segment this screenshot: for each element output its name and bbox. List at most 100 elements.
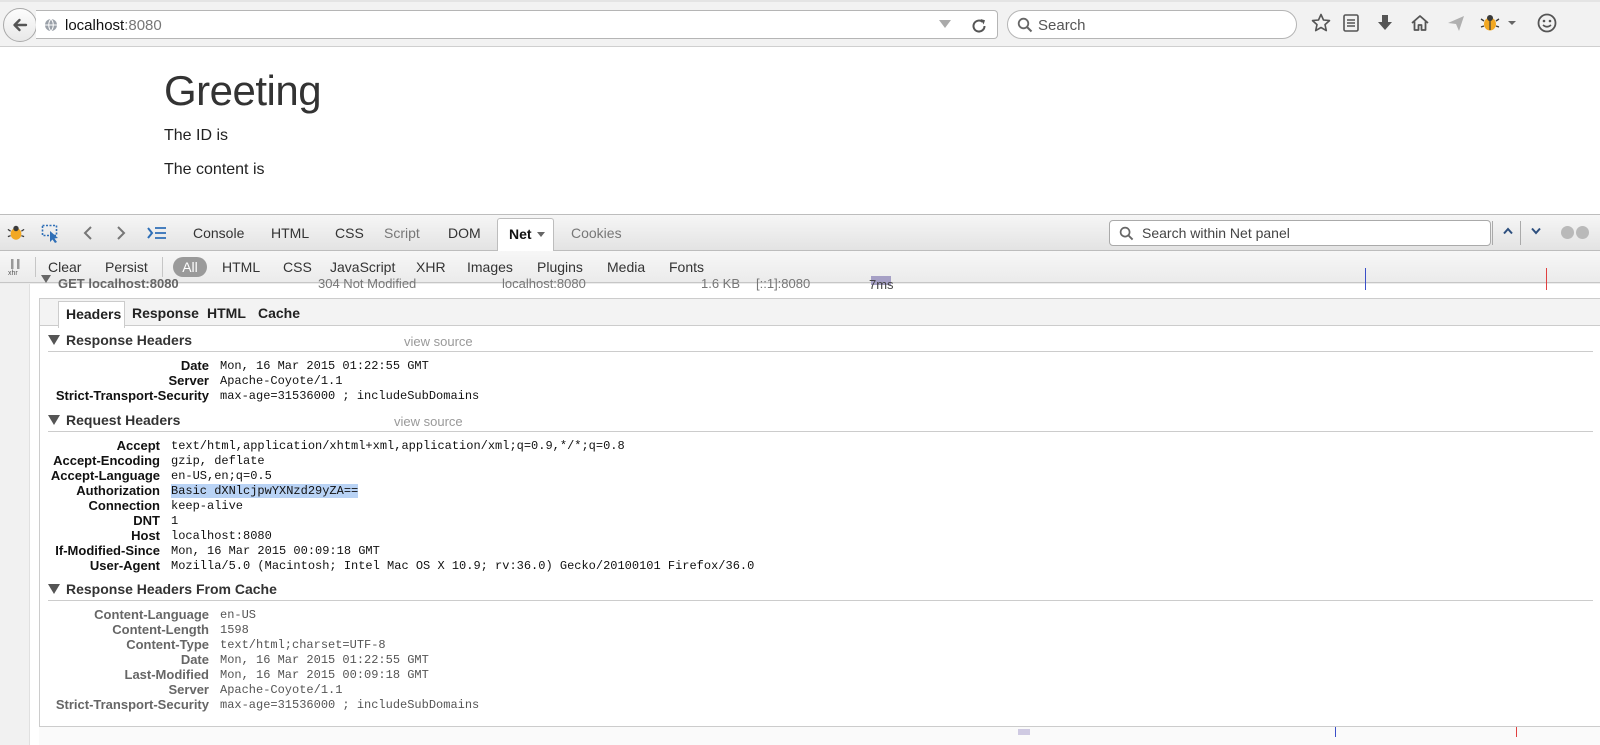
home-icon[interactable] xyxy=(1409,12,1431,34)
inspect-element-icon[interactable] xyxy=(41,223,61,243)
dropdown-arrow-icon[interactable] xyxy=(939,20,951,28)
previous-icon[interactable] xyxy=(78,223,98,243)
next-icon[interactable] xyxy=(111,223,131,243)
persist-button[interactable]: Persist xyxy=(105,259,148,275)
bookmark-star-icon[interactable] xyxy=(1310,12,1332,34)
header-row: Server Apache-Coyote/1.1 xyxy=(40,373,1120,388)
request-headers-section-header[interactable]: Request Headers view source xyxy=(48,412,1593,432)
header-name: Strict-Transport-Security xyxy=(55,388,209,403)
tab-dom[interactable]: DOM xyxy=(448,225,481,241)
search-previous-button[interactable] xyxy=(1492,221,1520,245)
search-next-button[interactable] xyxy=(1520,221,1548,245)
view-source-link[interactable]: view source xyxy=(394,414,463,429)
xhr-breakpoint-icon[interactable]: xhr xyxy=(6,257,26,277)
header-value[interactable]: Mon, 16 Mar 2015 01:22:55 GMT xyxy=(220,359,429,373)
header-value[interactable]: Basic dXNlcjpwYXNzd29yZA== xyxy=(171,484,359,498)
clear-button[interactable]: Clear xyxy=(48,259,81,275)
header-value[interactable]: 1 xyxy=(171,514,178,528)
view-source-link[interactable]: view source xyxy=(404,334,473,349)
header-name: Accept xyxy=(116,438,160,453)
filter-xhr-button[interactable]: XHR xyxy=(416,259,446,275)
header-value[interactable]: Mon, 16 Mar 2015 00:09:18 GMT xyxy=(171,544,380,558)
header-value[interactable]: gzip, deflate xyxy=(171,454,265,468)
header-value[interactable]: en-US,en;q=0.5 xyxy=(171,469,272,483)
filter-all-button[interactable]: All xyxy=(173,257,207,277)
reading-list-icon[interactable] xyxy=(1340,12,1362,34)
filter-plugins-button[interactable]: Plugins xyxy=(537,259,583,275)
collapse-triangle-icon[interactable] xyxy=(48,584,60,594)
tab-script[interactable]: Script xyxy=(384,225,420,241)
next-request-row xyxy=(39,726,1600,745)
net-panel-search-input[interactable] xyxy=(1142,224,1472,242)
svg-text:xhr: xhr xyxy=(8,270,18,276)
header-value[interactable]: Mozilla/5.0 (Macintosh; Intel Mac OS X 1… xyxy=(171,559,754,573)
browser-toolbar: localhost:8080 xyxy=(0,0,1600,47)
chevron-up-icon xyxy=(1503,227,1513,235)
header-value[interactable]: Mon, 16 Mar 2015 01:22:55 GMT xyxy=(220,653,429,667)
filter-media-button[interactable]: Media xyxy=(607,259,645,275)
header-row: Accept-Encoding gzip, deflate xyxy=(40,453,1071,468)
header-value[interactable]: localhost:8080 xyxy=(171,529,272,543)
header-row: Content-Language en-US xyxy=(40,607,1120,622)
detail-tab-cache[interactable]: Cache xyxy=(258,305,300,321)
collapse-triangle-icon[interactable] xyxy=(48,335,60,345)
header-value[interactable]: 1598 xyxy=(220,623,249,637)
detach-circle-icon[interactable] xyxy=(1576,226,1589,239)
header-name: Server xyxy=(168,682,209,697)
load-event-line xyxy=(1546,268,1547,290)
header-value[interactable]: en-US xyxy=(220,608,256,622)
header-value[interactable]: text/html;charset=UTF-8 xyxy=(220,638,386,652)
back-button[interactable] xyxy=(3,8,37,42)
expand-triangle-icon[interactable] xyxy=(40,274,52,284)
filter-javascript-button[interactable]: JavaScript xyxy=(330,259,395,275)
net-panel-search[interactable] xyxy=(1109,220,1541,246)
share-icon[interactable] xyxy=(1445,12,1467,34)
search-icon xyxy=(1119,226,1134,241)
header-value[interactable]: Mon, 16 Mar 2015 00:09:18 GMT xyxy=(220,668,429,682)
url-bar[interactable]: localhost:8080 xyxy=(36,10,998,39)
header-value[interactable]: text/html,application/xhtml+xml,applicat… xyxy=(171,439,625,453)
header-name: Content-Length xyxy=(112,622,209,637)
request-row[interactable]: GET localhost:8080 304 Not Modified loca… xyxy=(30,268,1600,294)
header-row: Date Mon, 16 Mar 2015 01:22:55 GMT xyxy=(40,652,1120,667)
firebug-menu-icon[interactable] xyxy=(6,223,26,243)
tab-html[interactable]: HTML xyxy=(271,225,309,241)
filter-fonts-button[interactable]: Fonts xyxy=(669,259,704,275)
reload-icon[interactable] xyxy=(969,16,989,36)
section-title: Response Headers From Cache xyxy=(66,581,277,597)
net-tab-dropdown-icon[interactable] xyxy=(536,232,545,237)
command-line-icon[interactable] xyxy=(147,223,167,243)
header-value[interactable]: Apache-Coyote/1.1 xyxy=(220,374,342,388)
cache-headers-section-header[interactable]: Response Headers From Cache xyxy=(48,581,1593,601)
minimize-circle-icon[interactable] xyxy=(1561,226,1574,239)
response-headers-section-header[interactable]: Response Headers view source xyxy=(48,332,1593,352)
url-text[interactable]: localhost:8080 xyxy=(65,17,162,34)
browser-search-input[interactable] xyxy=(1038,15,1288,35)
header-value[interactable]: max-age=31536000 ; includeSubDomains xyxy=(220,389,479,403)
toolbar-separator xyxy=(35,257,36,277)
firebug-icon[interactable] xyxy=(1479,12,1501,34)
header-row: Strict-Transport-Security max-age=3153600… xyxy=(40,697,1120,712)
header-value[interactable]: max-age=31536000 ; includeSubDomains xyxy=(220,698,479,712)
detail-tab-html[interactable]: HTML xyxy=(207,305,246,321)
header-name: Accept-Encoding xyxy=(53,453,160,468)
header-value[interactable]: keep-alive xyxy=(171,499,243,513)
browser-search-box[interactable] xyxy=(1007,10,1297,39)
filter-images-button[interactable]: Images xyxy=(467,259,513,275)
url-host: localhost xyxy=(65,17,125,34)
tab-net[interactable]: Net xyxy=(497,218,554,252)
tab-console[interactable]: Console xyxy=(193,225,244,241)
detail-tab-response[interactable]: Response xyxy=(132,305,199,321)
detail-tabs: Headers Response HTML Cache xyxy=(40,299,1600,328)
filter-css-button[interactable]: CSS xyxy=(283,259,312,275)
detail-tab-headers[interactable]: Headers xyxy=(58,301,125,328)
tab-css[interactable]: CSS xyxy=(335,225,364,241)
download-icon[interactable] xyxy=(1374,12,1396,34)
collapse-triangle-icon[interactable] xyxy=(48,415,60,425)
tab-cookies[interactable]: Cookies xyxy=(571,225,622,241)
header-value[interactable]: Apache-Coyote/1.1 xyxy=(220,683,342,697)
chevron-down-icon[interactable] xyxy=(1506,12,1518,34)
filter-html-button[interactable]: HTML xyxy=(222,259,260,275)
firebug-panel: Console HTML CSS Script DOM Net Cookies … xyxy=(0,214,1600,745)
smiley-icon[interactable] xyxy=(1536,12,1558,34)
